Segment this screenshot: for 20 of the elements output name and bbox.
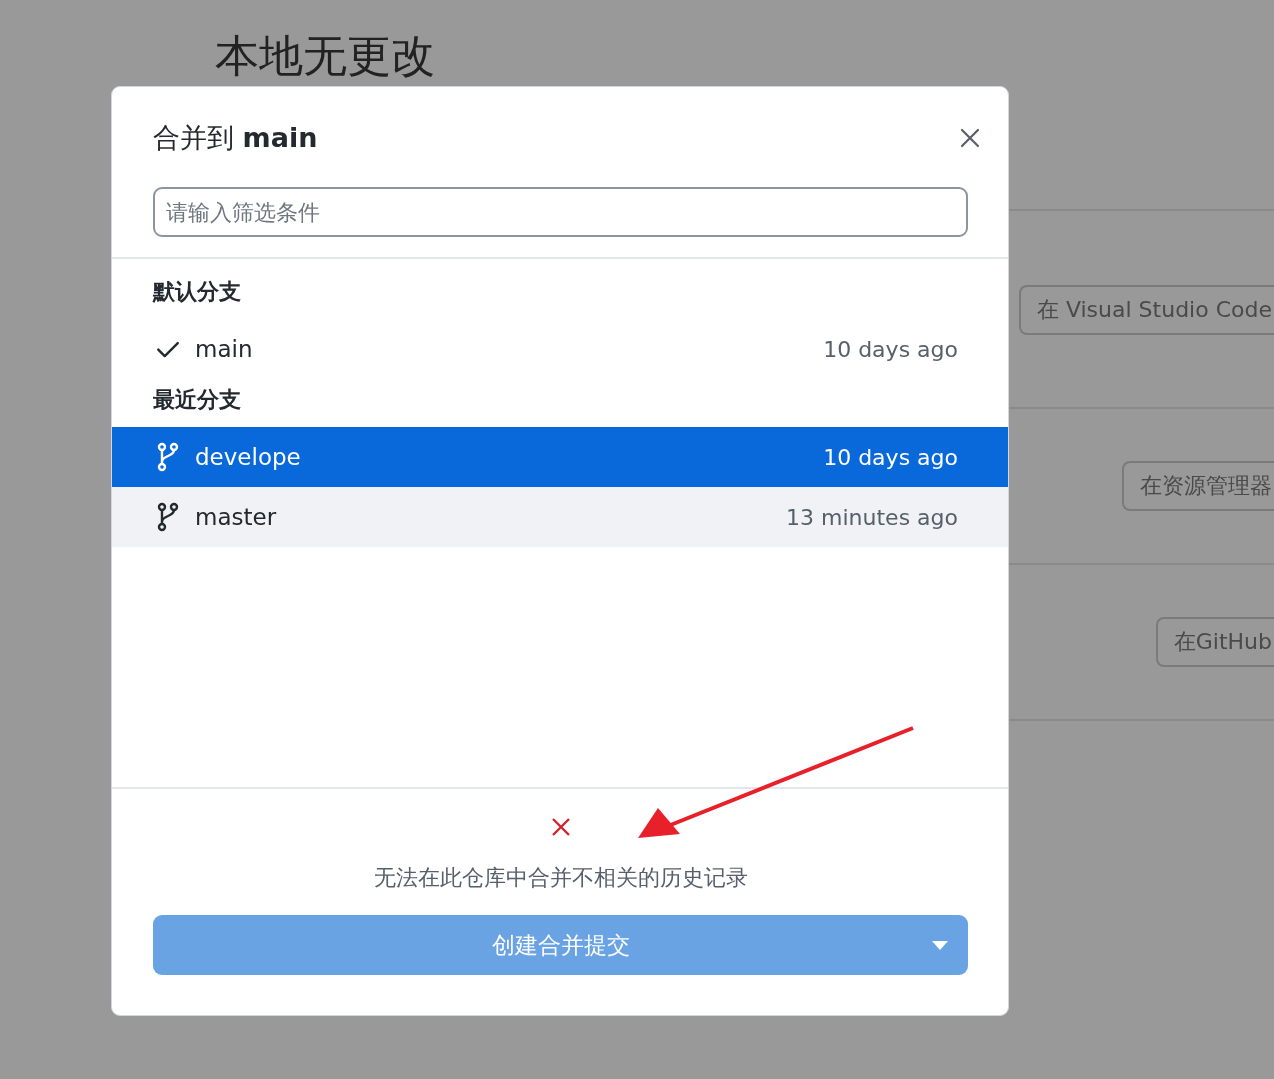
branch-name: main <box>195 336 254 362</box>
open-button[interactable]: 在 Visual Studio Code <box>1018 285 1274 335</box>
branch-name: develope <box>195 444 302 470</box>
branch-item[interactable]: main 10 days ago <box>112 319 1008 379</box>
open-button[interactable]: 在资源管理器 <box>1122 461 1274 511</box>
branch-time: 10 days ago <box>823 336 958 362</box>
filter-field[interactable]: 请输入筛选条件 <box>153 187 968 237</box>
dialog-title: 合并到 main <box>153 121 318 155</box>
close-icon[interactable] <box>960 128 980 148</box>
section-heading: 默认分支 <box>151 278 242 306</box>
branch-time: 10 days ago <box>823 444 958 470</box>
page-heading: 本地无更改 <box>215 30 436 82</box>
branch-time: 13 minutes ago <box>786 504 958 530</box>
open-button[interactable]: 在GitHub <box>1155 617 1274 667</box>
error-message: 无法在此仓库中合并不相关的历史记录 <box>373 864 748 892</box>
section-heading: 最近分支 <box>152 386 242 414</box>
error-icon <box>550 817 571 837</box>
branch-item[interactable]: develope 10 days ago <box>112 427 1008 487</box>
branch-name: master <box>195 504 278 530</box>
branch-item[interactable]: master 13 minutes ago <box>112 487 1008 547</box>
